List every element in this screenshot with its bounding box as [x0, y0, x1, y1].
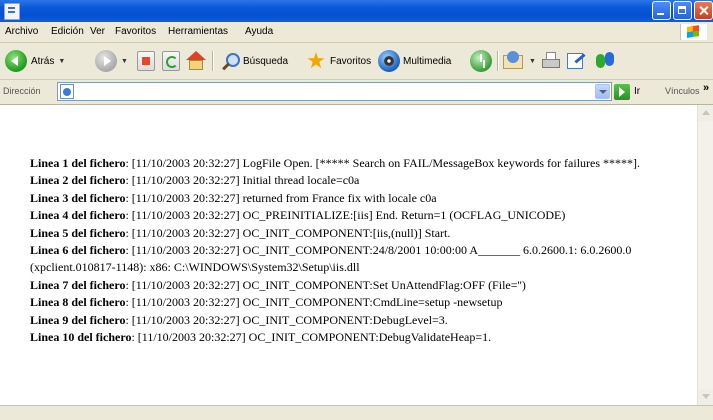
windows-logo-icon: [680, 24, 707, 40]
forward-button[interactable]: ▼: [95, 48, 128, 74]
messenger-icon: [594, 50, 616, 72]
log-line: Linea 3 del fichero: [11/10/2003 20:32:2…: [30, 190, 690, 207]
vertical-scrollbar[interactable]: [697, 105, 713, 405]
address-label: Dirección: [3, 86, 41, 96]
menu-favoritos[interactable]: Favoritos: [115, 26, 156, 37]
log-text: Linea 1 del fichero: [11/10/2003 20:32:2…: [30, 155, 690, 346]
line-text: : [11/10/2003 20:32:27] OC_INIT_COMPONEN…: [131, 330, 492, 345]
line-prefix: Linea 9 del fichero: [30, 312, 126, 327]
line-prefix: Linea 2 del fichero: [30, 173, 126, 188]
go-label: Ir: [634, 86, 641, 97]
back-label: Atrás: [31, 55, 55, 67]
edit-icon: [566, 51, 588, 71]
toolbar-separator: [212, 51, 213, 71]
favorites-label: Favoritos: [330, 55, 372, 67]
scroll-down-icon[interactable]: [698, 389, 713, 405]
refresh-button[interactable]: [162, 48, 180, 74]
page-content: Linea 1 del fichero: [11/10/2003 20:32:2…: [0, 105, 713, 420]
minimize-button[interactable]: [652, 1, 671, 20]
line-text: : [11/10/2003 20:32:27] returned from Fr…: [125, 190, 437, 205]
star-icon: ★: [306, 48, 326, 73]
window-app-icon[interactable]: [4, 3, 20, 20]
log-line: Linea 5 del fichero: [11/10/2003 20:32:2…: [30, 225, 690, 242]
line-prefix: Linea 7 del fichero: [30, 277, 126, 292]
log-line: Linea 2 del fichero: [11/10/2003 20:32:2…: [30, 172, 690, 189]
line-prefix: Linea 5 del fichero: [30, 225, 126, 240]
line-text: : [11/10/2003 20:32:27] OC_INIT_COMPONEN…: [125, 312, 448, 327]
search-label: Búsqueda: [243, 55, 289, 67]
log-line: Linea 7 del fichero: [11/10/2003 20:32:2…: [30, 277, 690, 294]
forward-dropdown-icon[interactable]: ▼: [121, 58, 128, 65]
go-button[interactable]: Ir: [614, 82, 640, 101]
history-icon: [470, 50, 492, 72]
address-bar: Dirección Ir Vínculos »: [0, 80, 713, 105]
links-label[interactable]: Vínculos: [665, 86, 700, 96]
media-icon: [378, 50, 400, 72]
log-line: Linea 9 del fichero: [11/10/2003 20:32:2…: [30, 312, 690, 329]
scroll-up-icon[interactable]: [698, 105, 713, 121]
messenger-button[interactable]: [594, 48, 616, 74]
go-arrow-icon: [614, 83, 630, 100]
history-button[interactable]: [470, 48, 492, 74]
home-icon: [185, 51, 207, 71]
log-line: Linea 10 del fichero: [11/10/2003 20:32:…: [30, 329, 690, 346]
status-bar: [0, 405, 713, 420]
back-arrow-icon: [5, 50, 27, 72]
links-chevron-icon[interactable]: »: [703, 82, 709, 94]
home-button[interactable]: [185, 48, 207, 74]
log-line: Linea 8 del fichero: [11/10/2003 20:32:2…: [30, 294, 690, 311]
line-prefix: Linea 8 del fichero: [30, 295, 126, 310]
close-button[interactable]: [694, 1, 713, 20]
mail-dropdown-icon[interactable]: ▼: [529, 58, 536, 65]
printer-icon: [540, 51, 562, 71]
stop-button[interactable]: [137, 48, 155, 74]
back-dropdown-icon[interactable]: ▼: [58, 58, 65, 65]
line-text: : [11/10/2003 20:32:27] OC_INIT_COMPONEN…: [125, 295, 503, 310]
line-text: : [11/10/2003 20:32:27] OC_INIT_COMPONEN…: [125, 277, 526, 292]
print-button[interactable]: [540, 48, 562, 74]
log-line: Linea 1 del fichero: [11/10/2003 20:32:2…: [30, 155, 690, 172]
toolbar-separator: [497, 51, 498, 71]
line-text: : [11/10/2003 20:32:27] LogFile Open. [*…: [125, 156, 641, 170]
line-prefix: Linea 6 del fichero: [30, 243, 126, 258]
forward-arrow-icon: [95, 50, 117, 72]
back-button[interactable]: Atrás ▼: [5, 48, 65, 74]
line-text: : [11/10/2003 20:32:27] OC_PREINITIALIZE…: [125, 208, 566, 223]
refresh-icon: [162, 51, 180, 71]
line-prefix: Linea 1 del fichero: [30, 156, 126, 170]
line-prefix: Linea 4 del fichero: [30, 208, 126, 223]
mail-button[interactable]: ▼: [503, 48, 536, 74]
address-input[interactable]: [57, 82, 612, 101]
menu-herramientas[interactable]: Herramientas: [168, 26, 228, 37]
media-label: Multimedia: [403, 55, 452, 67]
edit-button[interactable]: [566, 48, 588, 74]
media-button[interactable]: Multimedia: [378, 48, 451, 74]
log-line: Linea 4 del fichero: [11/10/2003 20:32:2…: [30, 207, 690, 224]
maximize-button[interactable]: [673, 1, 692, 20]
log-line: Linea 6 del fichero: [11/10/2003 20:32:2…: [30, 242, 690, 277]
title-bar: [0, 0, 713, 22]
toolbar: Atrás ▼ ▼ Búsqueda ★ Favoritos Multimedi…: [0, 43, 713, 80]
address-dropdown-icon[interactable]: [595, 84, 610, 99]
line-text: : [11/10/2003 20:32:27] OC_INIT_COMPONEN…: [125, 225, 451, 240]
menu-edicion[interactable]: Edición: [51, 26, 84, 37]
menu-ver[interactable]: Ver: [90, 26, 105, 37]
page-icon: [60, 84, 74, 99]
stop-icon: [137, 51, 155, 71]
search-icon: [220, 51, 240, 71]
search-button[interactable]: Búsqueda: [220, 48, 288, 74]
menu-bar: Archivo Edición Ver Favoritos Herramient…: [0, 22, 713, 43]
line-prefix: Linea 10 del fichero: [30, 330, 132, 345]
menu-ayuda[interactable]: Ayuda: [245, 26, 273, 37]
mail-icon: [503, 51, 525, 71]
menu-archivo[interactable]: Archivo: [5, 26, 38, 37]
line-prefix: Linea 3 del fichero: [30, 190, 126, 205]
favorites-button[interactable]: ★ Favoritos: [305, 48, 371, 74]
line-text: : [11/10/2003 20:32:27] Initial thread l…: [125, 173, 360, 188]
